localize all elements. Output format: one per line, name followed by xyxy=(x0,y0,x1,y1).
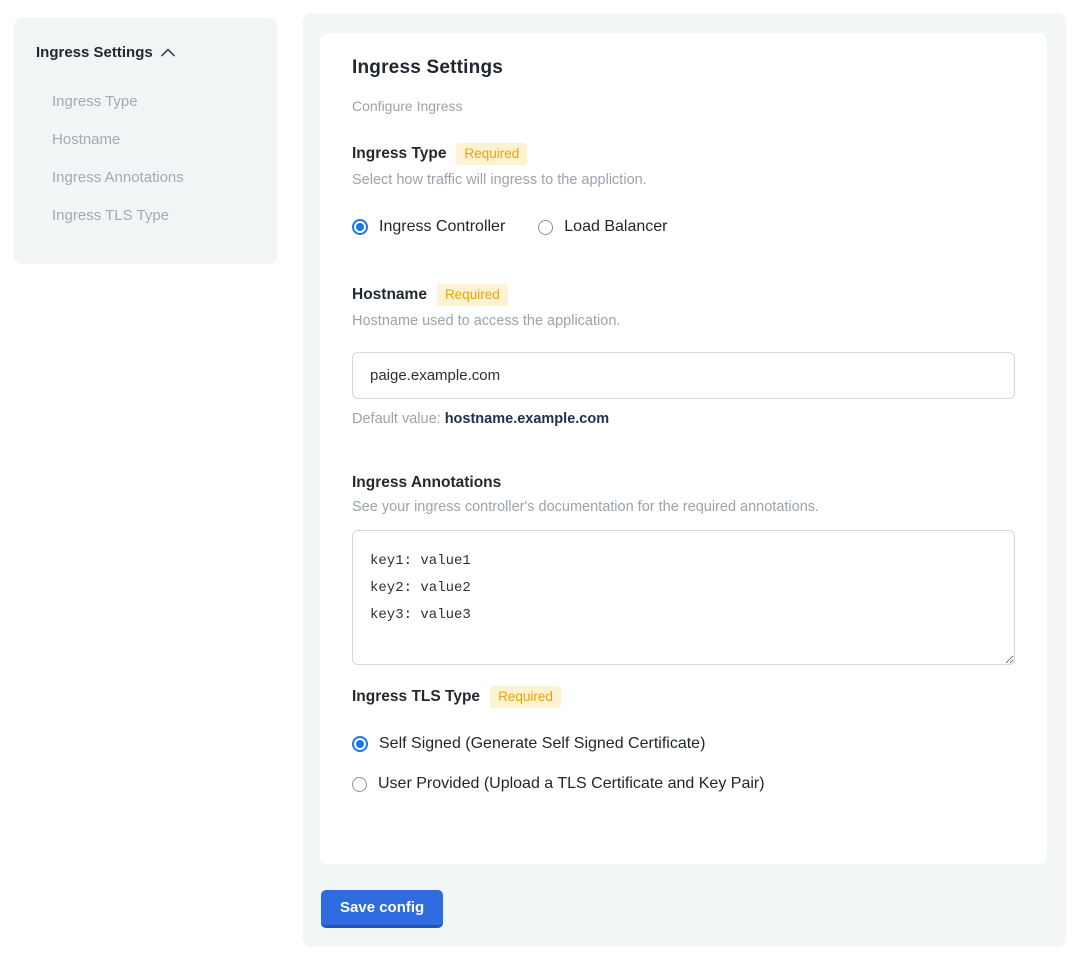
sidebar-item-ingress-tls-type[interactable]: Ingress TLS Type xyxy=(52,197,255,235)
sidebar-section-label: Ingress Settings xyxy=(36,44,153,61)
radio-unselected-icon xyxy=(538,220,553,235)
main-panel: Ingress Settings Configure Ingress Ingre… xyxy=(303,13,1066,947)
ingress-type-help: Select how traffic will ingress to the a… xyxy=(352,172,1015,188)
ingress-annotations-help: See your ingress controller's documentat… xyxy=(352,499,1015,515)
ingress-settings-card: Ingress Settings Configure Ingress Ingre… xyxy=(320,33,1047,864)
radio-selected-icon xyxy=(352,736,368,752)
radio-ingress-controller-label: Ingress Controller xyxy=(379,218,505,236)
required-badge: Required xyxy=(490,686,561,708)
settings-nav-sidebar: Ingress Settings Ingress Type Hostname I… xyxy=(14,18,277,264)
section-ingress-type: Ingress Type Required Select how traffic… xyxy=(352,143,1015,236)
ingress-type-radio-group: Ingress Controller Load Balancer xyxy=(352,218,1015,236)
radio-load-balancer[interactable]: Load Balancer xyxy=(538,218,667,236)
radio-user-provided[interactable]: User Provided (Upload a TLS Certificate … xyxy=(352,775,1015,793)
sidebar-item-ingress-type[interactable]: Ingress Type xyxy=(52,83,255,121)
ingress-annotations-label: Ingress Annotations xyxy=(352,474,501,492)
radio-selected-icon xyxy=(352,219,368,235)
page-subtitle: Configure Ingress xyxy=(352,98,1015,114)
section-ingress-tls-type: Ingress TLS Type Required Self Signed (G… xyxy=(352,686,1015,793)
default-value-prefix: Default value: xyxy=(352,411,445,427)
radio-user-provided-label: User Provided (Upload a TLS Certificate … xyxy=(378,775,765,793)
save-config-button[interactable]: Save config xyxy=(321,890,443,928)
radio-unselected-icon xyxy=(352,777,367,792)
required-badge: Required xyxy=(437,284,508,306)
ingress-type-label: Ingress Type xyxy=(352,145,446,163)
chevron-up-icon xyxy=(161,48,175,57)
radio-ingress-controller[interactable]: Ingress Controller xyxy=(352,218,505,236)
radio-self-signed[interactable]: Self Signed (Generate Self Signed Certif… xyxy=(352,735,1015,753)
sidebar-item-list: Ingress Type Hostname Ingress Annotation… xyxy=(52,83,255,235)
sidebar-item-ingress-annotations[interactable]: Ingress Annotations xyxy=(52,159,255,197)
hostname-label: Hostname xyxy=(352,286,427,304)
radio-load-balancer-label: Load Balancer xyxy=(564,218,667,236)
sidebar-section-ingress-settings[interactable]: Ingress Settings xyxy=(36,44,255,61)
sidebar-item-hostname[interactable]: Hostname xyxy=(52,121,255,159)
section-hostname: Hostname Required Hostname used to acces… xyxy=(352,284,1015,427)
required-badge: Required xyxy=(456,143,527,165)
section-ingress-annotations: Ingress Annotations See your ingress con… xyxy=(352,474,1015,665)
radio-self-signed-label: Self Signed (Generate Self Signed Certif… xyxy=(379,735,705,753)
hostname-input[interactable] xyxy=(352,352,1015,399)
ingress-tls-type-label: Ingress TLS Type xyxy=(352,688,480,706)
hostname-help: Hostname used to access the application. xyxy=(352,313,1015,329)
hostname-default-line: Default value: hostname.example.com xyxy=(352,411,1015,427)
ingress-annotations-textarea[interactable]: key1: value1 key2: value2 key3: value3 xyxy=(352,530,1015,665)
page-title: Ingress Settings xyxy=(352,57,1015,79)
default-value-text: hostname.example.com xyxy=(445,411,609,427)
